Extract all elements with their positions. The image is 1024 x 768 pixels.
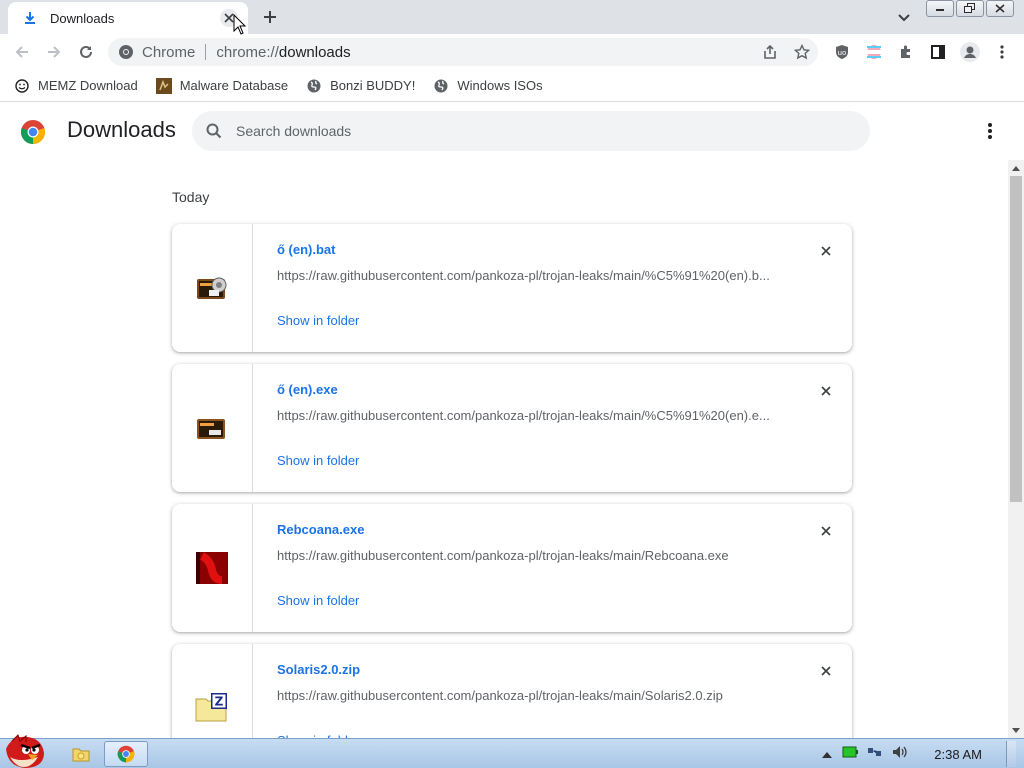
extensions-puzzle-icon[interactable]: [894, 40, 918, 64]
file-name-link[interactable]: ő (en).exe: [277, 382, 338, 397]
side-panel-icon[interactable]: [926, 40, 950, 64]
file-icon-column: [172, 504, 253, 632]
download-item: ő (en).exe https://raw.githubusercontent…: [172, 364, 852, 492]
reload-icon[interactable]: [74, 40, 98, 64]
smiley-icon: [14, 78, 30, 94]
file-name-link[interactable]: Rebcoana.exe: [277, 522, 364, 537]
remove-item-icon[interactable]: [816, 521, 836, 541]
page-title: Downloads: [67, 117, 176, 142]
date-heading: Today: [172, 189, 210, 205]
omnibox-separator: [205, 44, 207, 60]
svg-text:uo: uo: [838, 49, 847, 57]
toolbar: Chrome chrome://downloads uo: [0, 34, 1024, 70]
show-in-folder-link[interactable]: Show in folder: [277, 453, 359, 468]
bookmark-label: MEMZ Download: [38, 78, 138, 93]
minimize-icon[interactable]: [926, 0, 954, 17]
bookmark-bonzi-buddy[interactable]: Bonzi BUDDY!: [306, 78, 415, 94]
file-url[interactable]: https://raw.githubusercontent.com/pankoz…: [277, 688, 777, 703]
tray-expand-icon[interactable]: [822, 745, 833, 763]
chevron-down-icon[interactable]: [894, 8, 914, 28]
ublock-icon[interactable]: uo: [830, 40, 854, 64]
close-window-icon[interactable]: [986, 0, 1014, 17]
explorer-taskbar-icon[interactable]: [64, 741, 98, 767]
search-icon: [206, 123, 222, 139]
download-item: Rebcoana.exe https://raw.githubuserconte…: [172, 504, 852, 632]
file-name-link[interactable]: Solaris2.0.zip: [277, 662, 360, 677]
chrome-taskbar-button[interactable]: [104, 741, 148, 767]
back-icon[interactable]: [10, 40, 34, 64]
show-desktop-button[interactable]: [1006, 741, 1016, 767]
extension-flag-icon[interactable]: [862, 40, 886, 64]
address-bar[interactable]: Chrome chrome://downloads: [108, 38, 818, 66]
tab-title: Downloads: [50, 10, 115, 26]
window-controls: [926, 0, 1014, 17]
downloads-list: Today ő (en).bat https://raw.githubuserc…: [0, 160, 1008, 738]
file-url[interactable]: https://raw.githubusercontent.com/pankoz…: [277, 408, 777, 423]
restore-icon[interactable]: [956, 0, 984, 17]
share-icon[interactable]: [758, 40, 782, 64]
battery-icon[interactable]: [842, 745, 859, 763]
download-icon: [22, 10, 38, 26]
start-button-angry-bird-icon[interactable]: [2, 731, 48, 768]
show-in-folder-link[interactable]: Show in folder: [277, 593, 359, 608]
tab-downloads[interactable]: Downloads: [8, 2, 248, 34]
zip-folder-icon[interactable]: Z: [195, 693, 229, 723]
search-box[interactable]: [192, 111, 870, 151]
profile-avatar-icon[interactable]: [958, 40, 982, 64]
remove-item-icon[interactable]: [816, 241, 836, 261]
file-icon-column: [172, 224, 253, 352]
chrome-icon: [119, 45, 133, 59]
clock[interactable]: 2:38 AM: [934, 747, 982, 762]
batch-file-icon[interactable]: [195, 273, 229, 303]
red-app-icon[interactable]: [196, 552, 228, 584]
globe-icon: [306, 78, 322, 94]
search-input[interactable]: [236, 123, 816, 139]
scroll-up-arrow-icon[interactable]: [1008, 160, 1024, 176]
file-url[interactable]: https://raw.githubusercontent.com/pankoz…: [277, 268, 777, 283]
bookmark-memz[interactable]: MEMZ Download: [14, 78, 138, 94]
bookmark-star-icon[interactable]: [790, 40, 814, 64]
forward-icon[interactable]: [42, 40, 66, 64]
bookmark-label: Malware Database: [179, 78, 289, 93]
show-in-folder-link[interactable]: Show in folder: [277, 313, 359, 328]
globe-icon: [433, 78, 449, 94]
url-text: chrome://downloads: [216, 43, 351, 61]
malware-db-icon: [155, 77, 172, 94]
taskbar: 2:38 AM: [0, 734, 1024, 768]
scroll-thumb[interactable]: [1010, 176, 1022, 502]
tab-strip: Downloads: [0, 0, 1024, 34]
mouse-cursor-icon: [233, 14, 247, 35]
svg-text:Z: Z: [215, 695, 224, 709]
downloads-header: Downloads: [0, 103, 1024, 159]
scroll-down-arrow-icon[interactable]: [1008, 722, 1024, 738]
file-name-link[interactable]: ő (en).bat: [277, 242, 336, 257]
executable-file-icon[interactable]: [195, 413, 229, 443]
volume-icon[interactable]: [892, 745, 908, 764]
bookmark-malware-database[interactable]: Malware Database: [155, 77, 289, 94]
page-scrollbar[interactable]: [1008, 160, 1024, 738]
site-chip-label: Chrome: [142, 43, 196, 61]
network-icon[interactable]: [868, 745, 882, 763]
remove-item-icon[interactable]: [816, 381, 836, 401]
site-chip[interactable]: Chrome: [118, 44, 195, 61]
chrome-logo-icon: [20, 120, 46, 144]
file-icon-column: [172, 364, 253, 492]
chrome-taskbar-icon: [117, 745, 135, 763]
bookmarks-bar: MEMZ Download Malware Database Bonzi BUD…: [0, 70, 1024, 102]
new-tab-icon[interactable]: [260, 7, 280, 27]
file-icon-column: Z: [172, 644, 253, 738]
bookmark-label: Bonzi BUDDY!: [330, 78, 416, 93]
chrome-menu-icon[interactable]: [990, 40, 1014, 64]
bookmark-label: Windows ISOs: [457, 78, 543, 93]
download-item: ő (en).bat https://raw.githubusercontent…: [172, 224, 852, 352]
remove-item-icon[interactable]: [816, 661, 836, 681]
bookmark-windows-isos[interactable]: Windows ISOs: [433, 78, 543, 94]
system-tray: 2:38 AM: [822, 739, 1024, 768]
file-url[interactable]: https://raw.githubusercontent.com/pankoz…: [277, 548, 777, 563]
download-item: Z Solaris2.0.zip https://raw.githubuserc…: [172, 644, 852, 738]
more-actions-icon[interactable]: [980, 121, 1000, 141]
